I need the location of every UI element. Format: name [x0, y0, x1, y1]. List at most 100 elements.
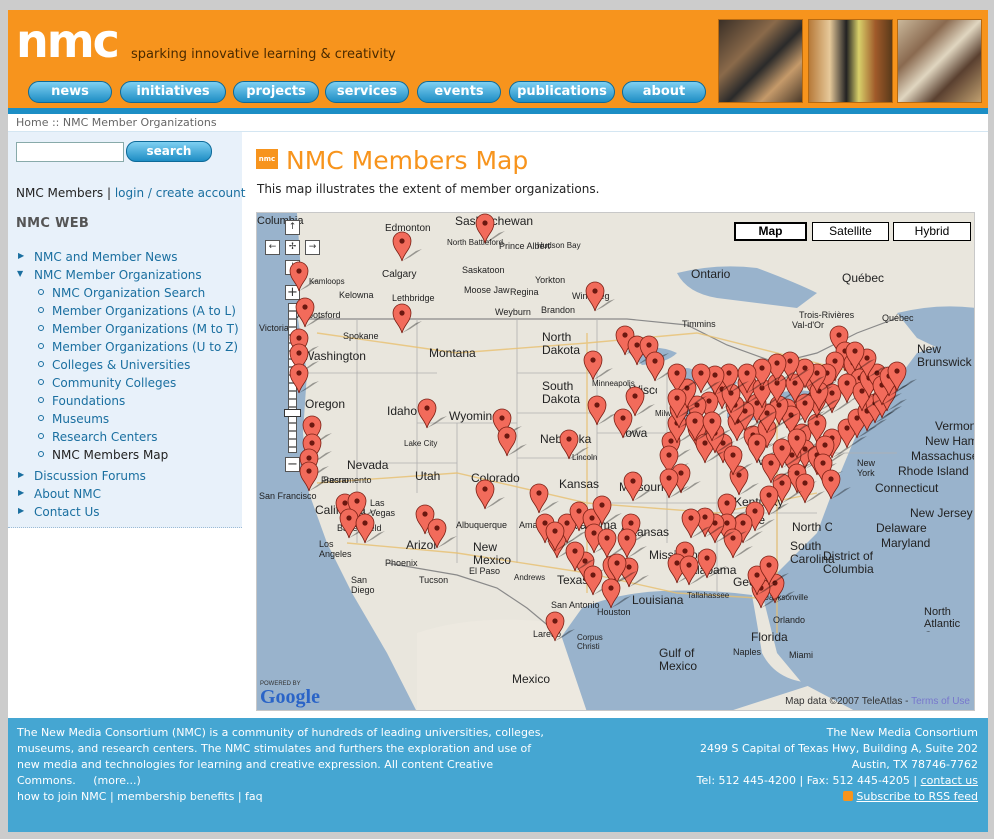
breadcrumb[interactable]: Home :: NMC Member Organizations: [16, 116, 217, 129]
terms-link[interactable]: Terms of Use: [911, 696, 970, 707]
footer-about-line: Commons. (more...): [17, 774, 141, 787]
zoom-slider-handle[interactable]: [284, 409, 301, 417]
map-label: Georgia: [733, 575, 776, 589]
map-label: Wisconsin: [629, 383, 657, 397]
sidebar-item-forums[interactable]: Discussion Forums: [34, 469, 146, 483]
map-label: Orlando: [773, 615, 806, 625]
pan-down-icon[interactable]: ↓: [285, 260, 300, 275]
members-map[interactable]: Columbia Edmonton Saskatchewan North Bat…: [256, 212, 975, 711]
sidebar-item-member-orgs[interactable]: NMC Member Organizations: [34, 268, 202, 282]
sidebar-item-community-colleges[interactable]: Community Colleges: [52, 376, 176, 390]
rss-link[interactable]: Subscribe to RSS feed: [856, 790, 978, 803]
pan-up-icon[interactable]: ↑: [285, 220, 300, 235]
pan-center-icon[interactable]: ✢: [285, 240, 300, 255]
zoom-out-icon[interactable]: −: [285, 457, 300, 472]
map-label: Tennessee: [707, 513, 766, 527]
sidebar-item-foundations[interactable]: Foundations: [52, 394, 125, 408]
map-label: Arkansas: [619, 525, 670, 539]
map-label: Tucson: [419, 575, 449, 585]
search-button[interactable]: search: [126, 141, 212, 162]
sidebar-item-research-centers[interactable]: Research Centers: [52, 430, 158, 444]
rss-icon: [842, 791, 853, 801]
map-label: Mexico: [512, 672, 551, 686]
map-label: Bakersfield: [337, 523, 382, 533]
footer-faq-link[interactable]: faq: [245, 790, 263, 803]
footer-benefits-link[interactable]: membership benefits: [117, 790, 234, 803]
map-label: Val-d'Or: [792, 320, 825, 330]
map-label: North Dakota: [542, 330, 581, 357]
map-label: Kamloops: [309, 277, 345, 286]
sidebar-item-museums[interactable]: Museums: [52, 412, 109, 426]
sidebar-item-about[interactable]: About NMC: [34, 487, 101, 501]
pan-left-icon[interactable]: ←: [265, 240, 280, 255]
map-label: Mississippi: [649, 548, 708, 562]
sidebar-item-org-search[interactable]: NMC Organization Search: [52, 286, 205, 300]
login-link[interactable]: login: [115, 186, 144, 200]
nav-events[interactable]: events: [417, 81, 501, 103]
map-label: North Atlantic Ocean: [924, 606, 961, 632]
nav-about[interactable]: about: [622, 81, 706, 103]
map-label: Saskatchewan: [455, 214, 534, 228]
expand-icon[interactable]: ▶: [18, 488, 24, 497]
map-label: Corpus Christi: [577, 633, 603, 651]
expand-icon[interactable]: ▶: [18, 470, 24, 479]
footer-join-link[interactable]: how to join NMC: [17, 790, 106, 803]
map-label: Idaho: [387, 404, 418, 418]
map-label: Gulf of Mexico: [659, 646, 698, 673]
map-label: New Hampshire: [925, 434, 974, 448]
map-label: Alabama: [689, 563, 737, 577]
sidebar-item-orgs-m-t[interactable]: Member Organizations (M to T): [52, 322, 239, 336]
expand-icon[interactable]: ▶: [18, 251, 24, 260]
nav-publications[interactable]: publications: [509, 81, 615, 103]
sidebar-item-contact[interactable]: Contact Us: [34, 505, 100, 519]
nmc-logo[interactable]: nmc: [16, 14, 120, 68]
nav-news[interactable]: news: [28, 81, 112, 103]
footer-tel: Tel: 512 445-4200: [696, 774, 796, 787]
footer-address2: Austin, TX 78746-7762: [851, 758, 978, 771]
map-label: El Paso: [469, 566, 501, 576]
create-account-link[interactable]: create account: [156, 186, 246, 200]
map-label: Houston: [597, 607, 631, 617]
map-type-satellite[interactable]: Satellite: [812, 222, 889, 241]
page-description: This map illustrates the extent of membe…: [257, 182, 600, 196]
google-wordmark[interactable]: Google: [260, 687, 320, 707]
map-label: Nebraska: [540, 432, 592, 446]
expand-icon[interactable]: ▶: [18, 506, 24, 515]
nav-services[interactable]: services: [325, 81, 409, 103]
nmc-title-icon: nmc: [256, 149, 278, 169]
sidebar-item-members-map[interactable]: NMC Members Map: [52, 448, 168, 462]
nav-initiatives[interactable]: initiatives: [120, 81, 226, 103]
map-label: Utah: [415, 469, 441, 483]
map-label: South Dakota: [542, 379, 581, 406]
collapse-icon[interactable]: ▼: [17, 269, 23, 278]
map-label: Timmins: [682, 319, 716, 329]
tagline: sparking innovative learning & creativit…: [131, 47, 396, 62]
search-input[interactable]: [16, 142, 124, 162]
bullet-icon: [38, 289, 44, 295]
map-label: California: [315, 503, 366, 517]
sidebar-item-colleges[interactable]: Colleges & Universities: [52, 358, 190, 372]
map-label: Saskatoon: [462, 265, 505, 275]
site-header: nmc sparking innovative learning & creat…: [8, 10, 988, 112]
google-logo: POWERED BY Google: [260, 681, 320, 707]
pan-right-icon[interactable]: →: [305, 240, 320, 255]
map-label: Texas: [557, 573, 589, 587]
map-label: Weyburn: [495, 307, 531, 317]
map-label: Yorkton: [535, 275, 566, 285]
sidebar-section-title: NMC WEB: [16, 216, 90, 231]
footer-contact: Tel: 512 445-4200 | Fax: 512 445-4205 | …: [696, 774, 978, 787]
footer-contact-link[interactable]: contact us: [921, 774, 978, 787]
sidebar-item-orgs-u-z[interactable]: Member Organizations (U to Z): [52, 340, 238, 354]
zoom-in-icon[interactable]: +: [285, 285, 300, 300]
footer-more-link[interactable]: (more...): [93, 774, 141, 787]
map-label: New York: [857, 458, 876, 478]
zoom-slider[interactable]: [288, 303, 297, 453]
sidebar-item-news[interactable]: NMC and Member News: [34, 250, 178, 264]
map-label: Albuquerque: [456, 520, 508, 530]
map-label: Miami: [789, 650, 813, 660]
nav-projects[interactable]: projects: [233, 81, 319, 103]
map-type-hybrid[interactable]: Hybrid: [893, 222, 971, 241]
sidebar-item-orgs-a-l[interactable]: Member Organizations (A to L): [52, 304, 236, 318]
site-footer: The New Media Consortium (NMC) is a comm…: [8, 718, 988, 832]
map-type-map[interactable]: Map: [734, 222, 807, 241]
